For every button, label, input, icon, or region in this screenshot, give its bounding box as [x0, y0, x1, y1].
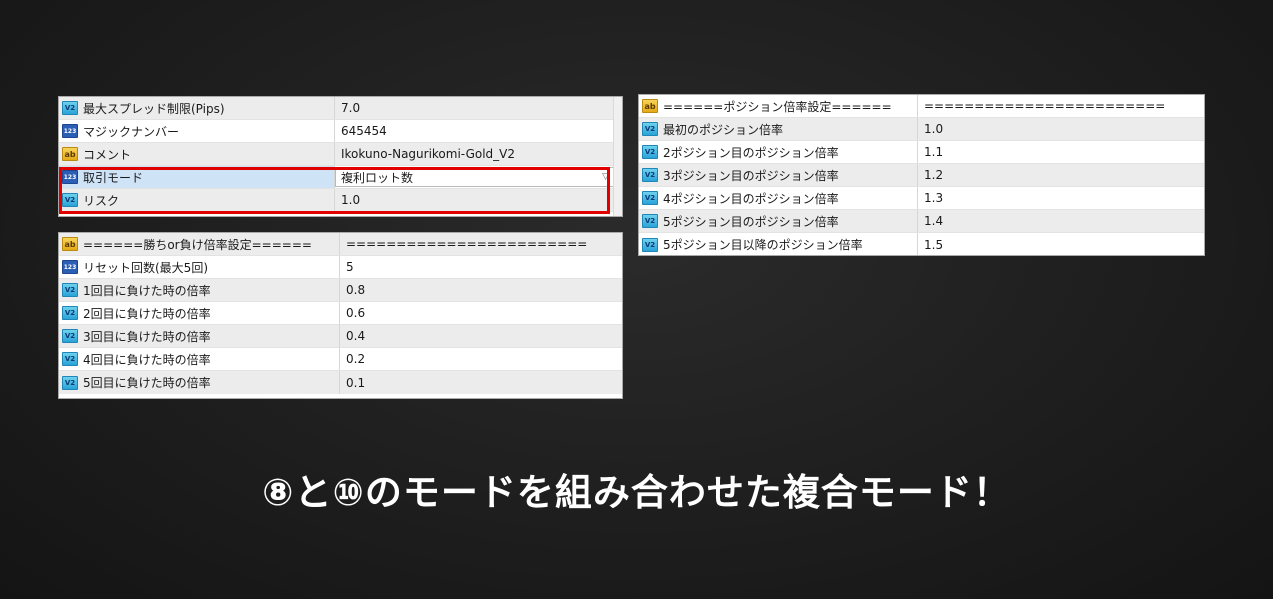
param-value[interactable]: 1.2 — [918, 164, 1204, 186]
param-row-position-4[interactable]: V2 4ポジション目のポジション倍率 1.3 — [639, 187, 1204, 210]
param-row-lose-4[interactable]: V2 4回目に負けた時の倍率 0.2 — [59, 348, 622, 371]
param-name: 5回目に負けた時の倍率 — [83, 376, 211, 390]
param-row-lose-3[interactable]: V2 3回目に負けた時の倍率 0.4 — [59, 325, 622, 348]
param-value[interactable]: 1.4 — [918, 210, 1204, 232]
param-name: 2回目に負けた時の倍率 — [83, 306, 211, 321]
position-multiplier-panel: ab ======ポジション倍率設定====== ===============… — [638, 94, 1205, 256]
param-row-comment[interactable]: ab コメント Ikokuno-Nagurikomi-Gold_V2 — [59, 143, 622, 166]
section-header-row[interactable]: ab ======ポジション倍率設定====== ===============… — [639, 95, 1204, 118]
fraction-type-icon: V2 — [642, 237, 658, 252]
fraction-type-icon: V2 — [62, 375, 78, 390]
param-value[interactable]: 1.5 — [918, 233, 1204, 255]
fraction-type-icon: V2 — [62, 283, 78, 297]
integer-type-icon: 123 — [62, 260, 78, 274]
param-name: ======ポジション倍率設定====== — [663, 99, 892, 114]
param-name: 5ポジション目のポジション倍率 — [663, 214, 839, 229]
fraction-type-icon: V2 — [62, 352, 78, 366]
param-name: コメント — [83, 147, 132, 162]
param-value[interactable]: 7.0 — [335, 97, 622, 119]
string-type-icon: ab — [62, 147, 78, 161]
param-row-position-5[interactable]: V2 5ポジション目のポジション倍率 1.4 — [639, 210, 1204, 233]
string-type-icon: ab — [642, 99, 658, 113]
param-row-max-spread[interactable]: V2 最大スプレッド制限(Pips) 7.0 — [59, 97, 622, 120]
param-name: 最初のポジション倍率 — [663, 122, 784, 137]
param-value[interactable]: 1.3 — [918, 187, 1204, 209]
param-row-position-2[interactable]: V2 2ポジション目のポジション倍率 1.1 — [639, 141, 1204, 164]
param-name: 3回目に負けた時の倍率 — [83, 329, 211, 344]
param-name: 4ポジション目のポジション倍率 — [663, 191, 839, 206]
fraction-type-icon: V2 — [642, 122, 658, 136]
string-type-icon: ab — [62, 237, 78, 251]
param-value[interactable]: 0.8 — [340, 279, 622, 301]
param-name: マジックナンバー — [83, 124, 180, 139]
param-name: 2ポジション目のポジション倍率 — [663, 145, 839, 160]
vertical-scrollbar[interactable] — [613, 97, 622, 216]
section-header-row[interactable]: ab ======勝ちor負け倍率設定====== ==============… — [59, 233, 622, 256]
param-value[interactable]: 0.4 — [340, 325, 622, 347]
param-name: 5ポジション目以降のポジション倍率 — [663, 238, 863, 252]
param-value[interactable]: 0.6 — [340, 302, 622, 324]
fraction-type-icon: V2 — [642, 168, 658, 182]
integer-type-icon: 123 — [62, 124, 78, 138]
fraction-type-icon: V2 — [62, 101, 78, 115]
param-row-lose-1[interactable]: V2 1回目に負けた時の倍率 0.8 — [59, 279, 622, 302]
caption-text: ⑧と⑩のモードを組み合わせた複合モード！ — [262, 471, 1011, 514]
param-name: リセット回数(最大5回) — [83, 260, 208, 275]
param-row-lose-5[interactable]: V2 5回目に負けた時の倍率 0.1 — [59, 371, 622, 394]
param-row-position-3[interactable]: V2 3ポジション目のポジション倍率 1.2 — [639, 164, 1204, 187]
param-value[interactable]: 1.1 — [918, 141, 1204, 163]
param-value[interactable]: 0.1 — [340, 371, 622, 394]
param-row-position-6plus[interactable]: V2 5ポジション目以降のポジション倍率 1.5 — [639, 233, 1204, 255]
fraction-type-icon: V2 — [642, 145, 658, 159]
param-value[interactable]: ======================== — [340, 233, 622, 255]
param-value[interactable]: 645454 — [335, 120, 622, 142]
fraction-type-icon: V2 — [62, 329, 78, 343]
param-name: 最大スプレッド制限(Pips) — [83, 101, 225, 116]
param-row-magic-number[interactable]: 123 マジックナンバー 645454 — [59, 120, 622, 143]
highlight-box — [59, 167, 610, 214]
param-value[interactable]: 5 — [340, 256, 622, 278]
param-value[interactable]: 0.2 — [340, 348, 622, 370]
param-value[interactable]: 1.0 — [918, 118, 1204, 140]
win-lose-multiplier-panel: ab ======勝ちor負け倍率設定====== ==============… — [58, 232, 623, 399]
param-name: ======勝ちor負け倍率設定====== — [83, 237, 312, 252]
param-name: 4回目に負けた時の倍率 — [83, 352, 211, 367]
param-value[interactable]: Ikokuno-Nagurikomi-Gold_V2 — [335, 143, 622, 165]
fraction-type-icon: V2 — [62, 306, 78, 320]
param-value[interactable]: ======================== — [918, 95, 1204, 117]
param-row-reset-count[interactable]: 123 リセット回数(最大5回) 5 — [59, 256, 622, 279]
param-row-lose-2[interactable]: V2 2回目に負けた時の倍率 0.6 — [59, 302, 622, 325]
param-name: 1回目に負けた時の倍率 — [83, 283, 211, 298]
param-name: 3ポジション目のポジション倍率 — [663, 168, 839, 183]
fraction-type-icon: V2 — [642, 214, 658, 228]
param-row-position-1[interactable]: V2 最初のポジション倍率 1.0 — [639, 118, 1204, 141]
fraction-type-icon: V2 — [642, 191, 658, 205]
